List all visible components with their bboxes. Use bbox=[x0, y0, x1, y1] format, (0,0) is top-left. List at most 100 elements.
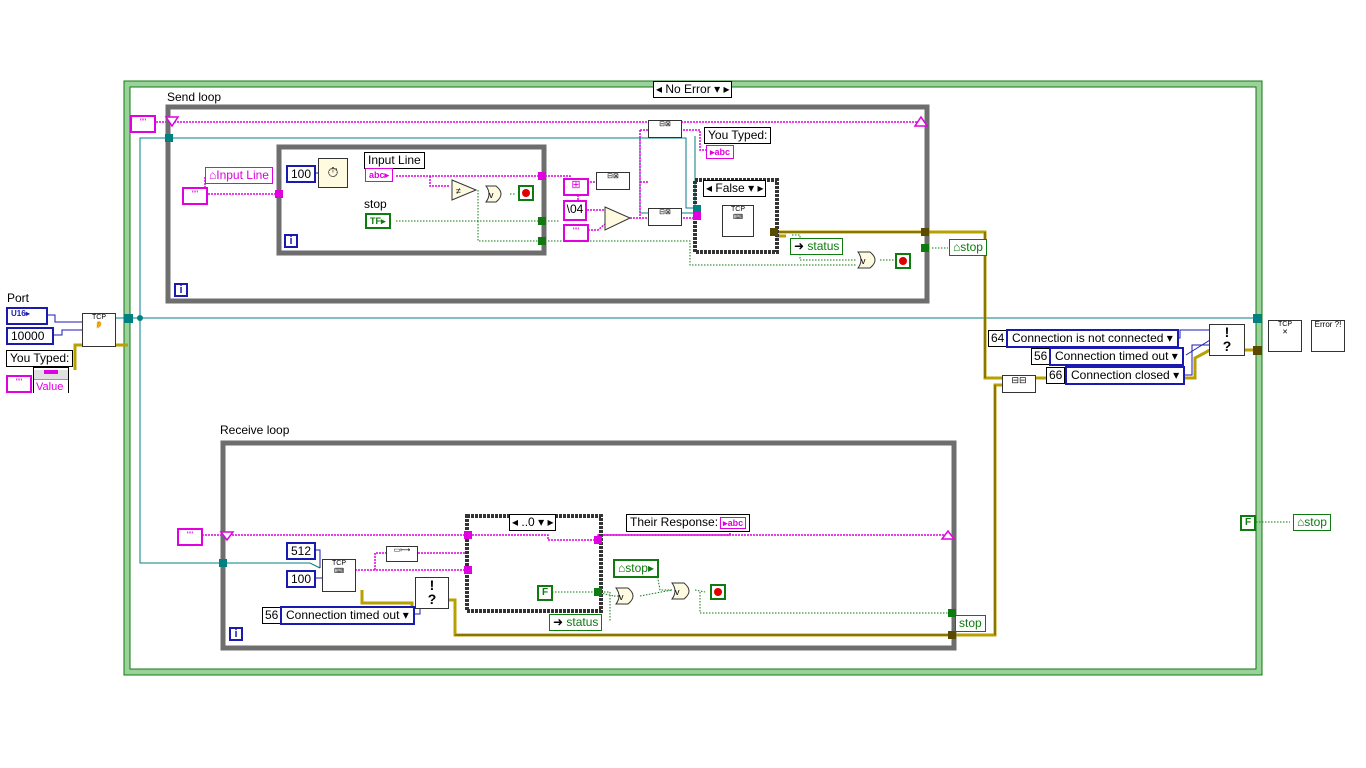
tcp-close-icon[interactable]: TCP ✕ bbox=[1268, 320, 1302, 352]
increment-arrow-icon[interactable]: ▸ bbox=[547, 515, 553, 529]
concat-strings-icon-1[interactable]: ⊟⊠ bbox=[596, 172, 630, 190]
arrow-right-icon: ➜ bbox=[794, 239, 805, 253]
stop-local-label-receive: stop bbox=[625, 561, 648, 575]
stop-local-variable-right[interactable]: ⌂stop bbox=[1293, 514, 1331, 531]
timeout-constant[interactable]: 100 bbox=[286, 570, 317, 588]
svg-text:v: v bbox=[861, 256, 866, 266]
string-constant-receive[interactable]: "" bbox=[177, 528, 203, 546]
stop-local-label-send: stop bbox=[960, 240, 983, 254]
crlf-string-constant[interactable]: \04 bbox=[563, 200, 587, 221]
iteration-terminal-send: i bbox=[174, 283, 188, 297]
error-ring-closed[interactable]: Connection closed ▾ bbox=[1065, 366, 1186, 385]
receive-loop-label: Receive loop bbox=[220, 423, 290, 437]
send-loop-border bbox=[165, 104, 930, 304]
their-response-text: Their Response: bbox=[630, 515, 719, 529]
error-filter-icon-main[interactable]: !? bbox=[1209, 324, 1245, 356]
arrow-right-icon: ➜ bbox=[553, 615, 564, 629]
string-constant-input[interactable]: "" bbox=[182, 187, 208, 205]
chevron-down-icon: ▾ bbox=[1171, 349, 1178, 363]
stop-terminal-receive: stop bbox=[955, 615, 986, 632]
port-control[interactable]: U16▸ bbox=[6, 307, 48, 325]
decrement-arrow-icon[interactable]: ◂ bbox=[512, 515, 518, 529]
stop-local-variable-send[interactable]: ⌂stop bbox=[949, 239, 987, 256]
select-string-icon-1[interactable]: ⊟⊠ bbox=[648, 120, 682, 138]
port-label: Port bbox=[7, 291, 30, 305]
wait-ms-icon[interactable]: ⏱ bbox=[318, 158, 348, 188]
chevron-down-icon: ▾ bbox=[1173, 368, 1180, 382]
stop-local-variable-receive[interactable]: ⌂stop▸ bbox=[613, 559, 659, 578]
error-filter-icon-receive[interactable]: !? bbox=[415, 577, 449, 609]
loop-stop-condition-inner[interactable] bbox=[518, 185, 534, 201]
stop-terminal-send[interactable]: TF▸ bbox=[365, 213, 391, 229]
error-ring-not-connected-value: Connection is not connected bbox=[1012, 331, 1164, 345]
simple-error-handler-icon[interactable]: Error ?! bbox=[1311, 320, 1345, 352]
error-handler-text: Error ?! bbox=[1314, 320, 1342, 329]
error-ring-receive[interactable]: Connection timed out ▾ bbox=[280, 606, 415, 625]
svg-text:≠: ≠ bbox=[456, 186, 461, 196]
wait-ms-constant[interactable]: 100 bbox=[286, 165, 317, 183]
tcp-write-icon[interactable]: TCP ⌨ bbox=[722, 205, 754, 237]
status-unbundle-receive: ➜ status bbox=[549, 614, 603, 631]
send-case-selector-value: False bbox=[715, 181, 745, 195]
receive-case-selector-value: ..0 bbox=[521, 515, 535, 529]
chevron-down-icon[interactable]: ▾ bbox=[538, 515, 544, 529]
property-node-header bbox=[34, 370, 68, 380]
you-typed-label-send: You Typed: bbox=[704, 127, 772, 144]
their-response-label: Their Response: ▸abc bbox=[626, 514, 751, 532]
bytes-to-read-constant[interactable]: 512 bbox=[286, 542, 317, 560]
input-line-label: Input Line bbox=[364, 152, 425, 169]
loop-stop-condition-send[interactable] bbox=[895, 253, 911, 269]
decrement-arrow-icon[interactable]: ◂ bbox=[706, 181, 712, 195]
send-loop-label: Send loop bbox=[167, 90, 222, 104]
input-line-local-variable[interactable]: ⌂Input Line bbox=[205, 167, 273, 184]
string-constant-send-2[interactable]: "" bbox=[563, 224, 589, 242]
you-typed-label-left: You Typed: bbox=[6, 350, 74, 367]
status-label-receive: status bbox=[566, 615, 599, 629]
you-typed-indicator: ▸abc bbox=[706, 145, 735, 159]
chevron-down-icon[interactable]: ▾ bbox=[748, 181, 754, 195]
select-string-icon-2[interactable]: ⊟⊠ bbox=[648, 208, 682, 226]
error-ring-not-connected[interactable]: Connection is not connected ▾ bbox=[1006, 329, 1179, 348]
send-case-selector[interactable]: ◂ False ▾ ▸ bbox=[703, 180, 767, 197]
port-type: U16 bbox=[11, 309, 26, 318]
error-code-66: 66 bbox=[1046, 367, 1066, 384]
error-ring-receive-value: Connection timed out bbox=[286, 608, 400, 622]
port-value-constant[interactable]: 10000 bbox=[6, 327, 54, 345]
crlf-constant-icon[interactable]: ⊞ bbox=[563, 178, 589, 196]
string-constant-left[interactable]: "" bbox=[6, 375, 32, 393]
svg-text:v: v bbox=[489, 190, 494, 200]
input-line-terminal[interactable]: abc▸ bbox=[365, 168, 394, 182]
decrement-arrow-icon[interactable]: ◂ bbox=[656, 82, 662, 96]
svg-text:v: v bbox=[675, 587, 680, 597]
error-code-56: 56 bbox=[1031, 348, 1051, 365]
build-array-icon[interactable]: ⊟⊟ bbox=[1002, 375, 1036, 393]
status-unbundle: ➜ status bbox=[790, 238, 844, 255]
string-length-icon[interactable]: ▭⟼ bbox=[386, 546, 418, 562]
their-response-indicator: ▸abc bbox=[720, 517, 747, 529]
iteration-terminal-receive: i bbox=[229, 627, 243, 641]
receive-case-selector[interactable]: ◂ ..0 ▾ ▸ bbox=[509, 514, 557, 531]
status-label-send: status bbox=[807, 239, 840, 253]
increment-arrow-icon[interactable]: ▸ bbox=[757, 181, 763, 195]
string-constant-send-init[interactable]: "" bbox=[130, 115, 156, 133]
chevron-down-icon[interactable]: ▾ bbox=[714, 82, 720, 96]
error-code-receive: 56 bbox=[262, 607, 282, 624]
increment-arrow-icon[interactable]: ▸ bbox=[723, 82, 729, 96]
input-line-local-label: Input Line bbox=[216, 168, 269, 182]
error-code-64: 64 bbox=[988, 330, 1008, 347]
iteration-terminal-inner: i bbox=[284, 234, 298, 248]
outer-case-selector-value: No Error bbox=[665, 82, 711, 96]
false-constant-receive[interactable]: F bbox=[537, 585, 554, 601]
error-ring-timed-out[interactable]: Connection timed out ▾ bbox=[1049, 347, 1184, 366]
chevron-down-icon: ▾ bbox=[1166, 331, 1173, 345]
error-ring-closed-value: Connection closed bbox=[1071, 368, 1170, 382]
stop-label-send: stop bbox=[364, 197, 387, 211]
tcp-listen-icon[interactable]: TCP 👂 bbox=[82, 313, 116, 347]
tcp-read-icon[interactable]: TCP ⌨ bbox=[322, 559, 356, 592]
false-constant-right[interactable]: F bbox=[1240, 515, 1257, 531]
svg-text:v: v bbox=[619, 592, 624, 602]
value-property: Value bbox=[34, 380, 68, 394]
loop-stop-condition-receive[interactable] bbox=[710, 584, 726, 600]
property-node[interactable]: Value bbox=[33, 367, 69, 394]
outer-case-selector[interactable]: ◂ No Error ▾ ▸ bbox=[653, 81, 733, 98]
